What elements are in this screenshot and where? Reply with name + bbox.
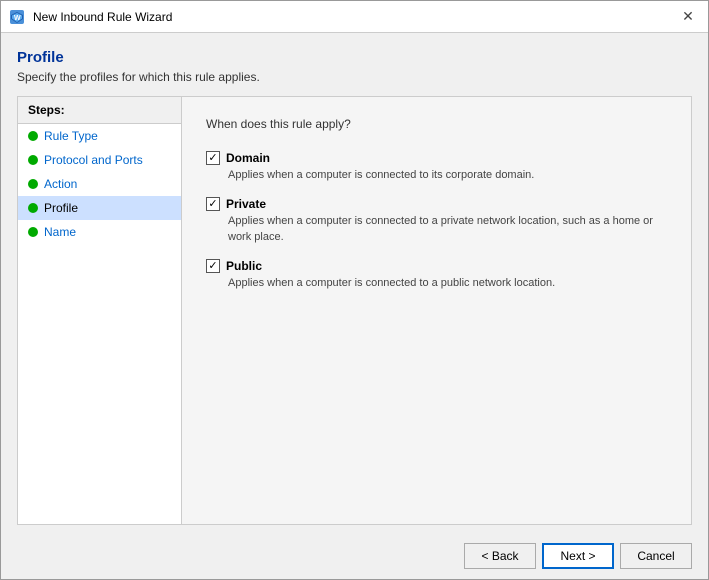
option-desc-private: Applies when a computer is connected to … <box>228 214 667 245</box>
content-area: Profile Specify the profiles for which t… <box>1 33 708 533</box>
rule-question: When does this rule apply? <box>206 117 667 131</box>
option-group-private: Private Applies when a computer is conne… <box>206 197 667 245</box>
sidebar-item-name[interactable]: Name <box>18 220 181 244</box>
step-dot-rule-type <box>28 131 38 141</box>
option-group-domain: Domain Applies when a computer is connec… <box>206 151 667 183</box>
page-subtitle: Specify the profiles for which this rule… <box>17 70 692 84</box>
right-panel: When does this rule apply? Domain Applie… <box>182 96 692 525</box>
option-group-public: Public Applies when a computer is connec… <box>206 259 667 291</box>
svg-text:W: W <box>14 15 21 22</box>
checkbox-private[interactable] <box>206 197 220 211</box>
option-label-public: Public <box>226 259 262 273</box>
sidebar-item-profile[interactable]: Profile <box>18 196 181 220</box>
cancel-button[interactable]: Cancel <box>620 543 692 569</box>
next-button[interactable]: Next > <box>542 543 614 569</box>
back-button[interactable]: < Back <box>464 543 536 569</box>
sidebar-item-protocol-ports[interactable]: Protocol and Ports <box>18 148 181 172</box>
wizard-window: W New Inbound Rule Wizard ✕ Profile Spec… <box>0 0 709 580</box>
checkbox-public[interactable] <box>206 259 220 273</box>
step-dot-action <box>28 179 38 189</box>
page-title: Profile <box>17 49 692 66</box>
option-header-public: Public <box>206 259 667 273</box>
step-label-profile: Profile <box>44 201 78 215</box>
step-label-action: Action <box>44 177 77 191</box>
checkbox-domain[interactable] <box>206 151 220 165</box>
step-label-rule-type: Rule Type <box>44 129 98 143</box>
steps-header: Steps: <box>18 97 181 124</box>
option-header-private: Private <box>206 197 667 211</box>
wizard-icon: W <box>9 8 27 26</box>
option-header-domain: Domain <box>206 151 667 165</box>
sidebar-item-rule-type[interactable]: Rule Type <box>18 124 181 148</box>
title-bar: W New Inbound Rule Wizard ✕ <box>1 1 708 33</box>
footer: < Back Next > Cancel <box>1 533 708 579</box>
option-label-private: Private <box>226 197 266 211</box>
step-dot-name <box>28 227 38 237</box>
option-desc-domain: Applies when a computer is connected to … <box>228 168 667 183</box>
window-title: New Inbound Rule Wizard <box>33 10 676 24</box>
step-label-name: Name <box>44 225 76 239</box>
step-dot-protocol-ports <box>28 155 38 165</box>
close-button[interactable]: ✕ <box>676 5 700 29</box>
option-label-domain: Domain <box>226 151 270 165</box>
sidebar-item-action[interactable]: Action <box>18 172 181 196</box>
option-desc-public: Applies when a computer is connected to … <box>228 276 667 291</box>
step-label-protocol-ports: Protocol and Ports <box>44 153 143 167</box>
steps-panel: Steps: Rule Type Protocol and Ports Acti… <box>17 96 182 525</box>
step-dot-profile <box>28 203 38 213</box>
main-body: Steps: Rule Type Protocol and Ports Acti… <box>17 96 692 525</box>
